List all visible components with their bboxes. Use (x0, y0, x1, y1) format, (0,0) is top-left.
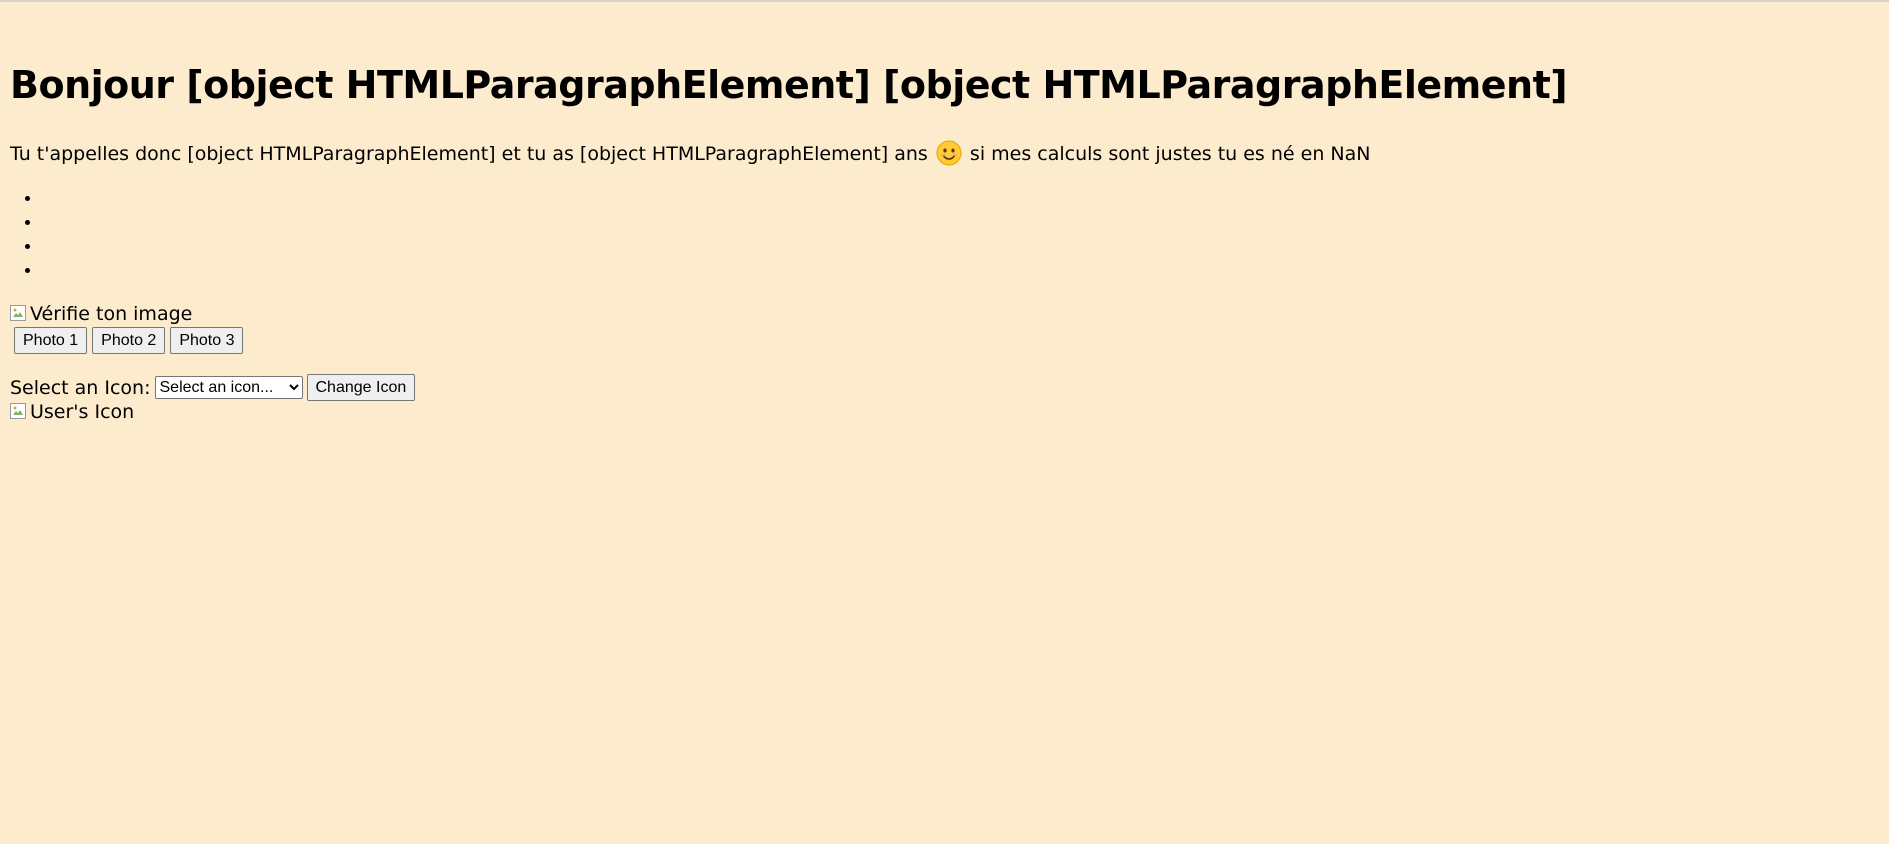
photo-1-button[interactable]: Photo 1 (14, 327, 88, 354)
top-border (0, 0, 1889, 2)
smiling-face-icon (936, 140, 962, 166)
user-icon-image: User's Icon (10, 400, 134, 424)
photo-buttons: Photo 1 Photo 2 Photo 3 (14, 327, 244, 354)
intro-paragraph: Tu t'appelles donc [object HTMLParagraph… (10, 140, 1370, 168)
intro-text-end: si mes calculs sont justes tu es né en N… (969, 143, 1371, 165)
photo-3-button[interactable]: Photo 3 (170, 327, 244, 354)
photo-2-button[interactable]: Photo 2 (92, 327, 166, 354)
change-icon-button[interactable]: Change Icon (306, 374, 416, 401)
intro-text-start: Tu t'appelles donc [object HTMLParagraph… (10, 143, 928, 165)
broken-image-icon (10, 403, 26, 419)
icon-picker: Select an Icon: Select an icon... Change… (10, 374, 416, 401)
empty-list (10, 186, 42, 282)
icon-select[interactable]: Select an icon... (154, 376, 303, 399)
broken-image-icon (10, 305, 26, 321)
icon-picker-label: Select an Icon: (10, 376, 151, 399)
broken-photo-image: Vérifie ton image (10, 302, 192, 326)
page-title: Bonjour [object HTMLParagraphElement] [o… (10, 63, 1568, 107)
photo-alt-text: Vérifie ton image (30, 303, 193, 325)
user-icon-alt-text: User's Icon (30, 401, 135, 423)
